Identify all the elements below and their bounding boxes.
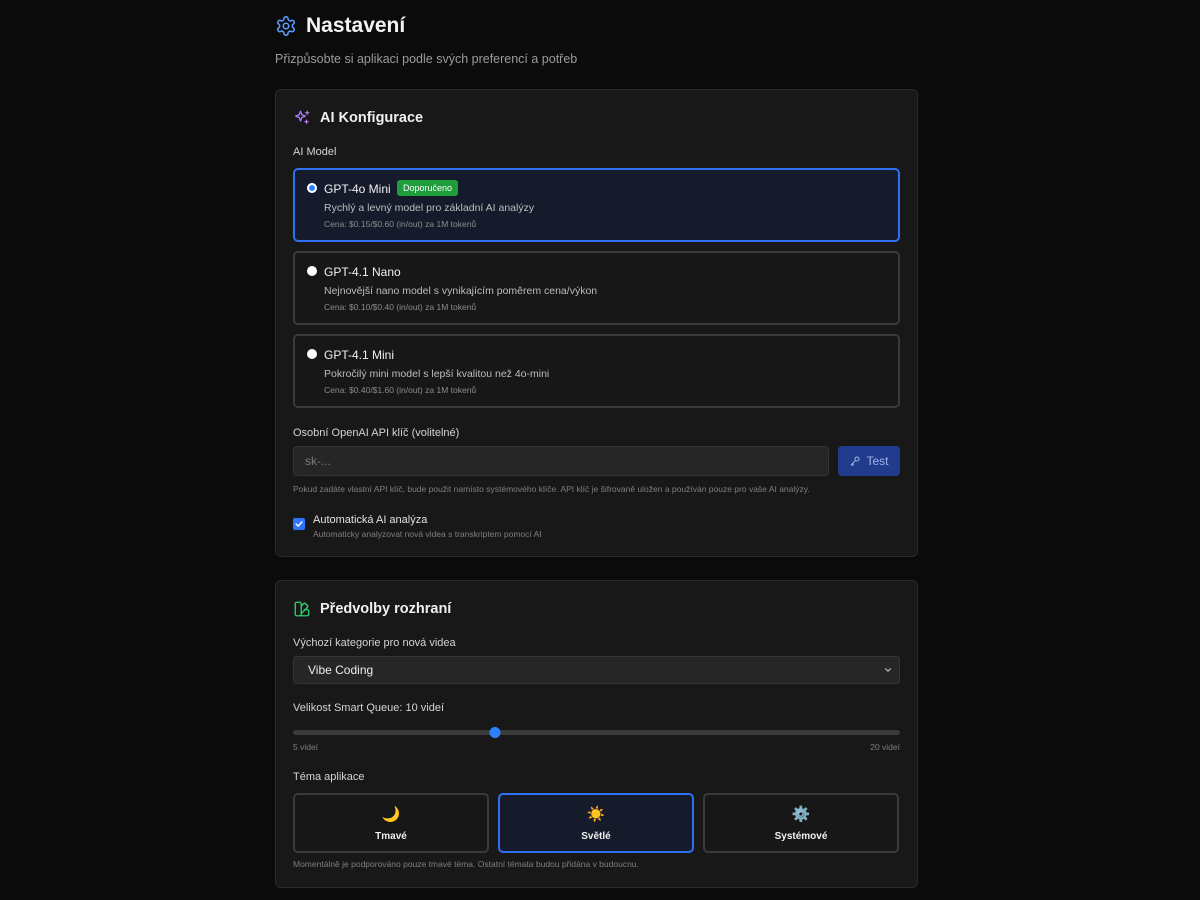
ai-config-card: AI Konfigurace AI Model GPT-4o Mini Dopo… (275, 89, 918, 557)
auto-analysis-label: Automatická AI analýza (313, 514, 428, 526)
check-icon (295, 521, 303, 527)
model-price: Cena: $0.40/$1.60 (in/out) za 1M tokenů (324, 385, 477, 395)
model-description: Rychlý a levný model pro základní AI ana… (324, 202, 535, 214)
model-name: GPT-4.1 Nano (324, 265, 401, 279)
model-option-gpt-4o-mini[interactable]: GPT-4o Mini Doporučeno Rychlý a levný mo… (293, 168, 900, 242)
theme-option-label: Systémové (774, 831, 828, 842)
model-option-gpt-4-1-mini[interactable]: GPT-4.1 Mini Pokročilý mini model s lepš… (293, 334, 900, 408)
gear-icon: ⚙️ (791, 806, 811, 823)
default-category-value: Vibe Coding (308, 663, 374, 677)
theme-option-light[interactable]: ☀️ Světlé (498, 793, 694, 853)
slider-max-label: 20 videí (870, 742, 900, 752)
recommended-badge: Doporučeno (397, 180, 459, 196)
ui-preferences-card: Předvolby rozhraní Výchozí kategorie pro… (275, 580, 918, 888)
model-name: GPT-4o Mini (324, 182, 391, 196)
smart-queue-slider[interactable] (293, 727, 900, 738)
ui-preferences-title: Předvolby rozhraní (320, 601, 452, 617)
theme-option-dark[interactable]: 🌙 Tmavé (293, 793, 489, 853)
chevron-down-icon (884, 668, 892, 672)
auto-analysis-description: Automaticky analyzovat nová videa s tran… (313, 529, 542, 539)
moon-icon: 🌙 (381, 806, 401, 823)
api-key-input[interactable] (293, 446, 829, 476)
sparkles-icon (293, 109, 311, 127)
smart-queue-label: Velikost Smart Queue: 10 videí (293, 702, 445, 714)
theme-option-system[interactable]: ⚙️ Systémové (703, 793, 899, 853)
api-key-hint: Pokud zadáte vlastní API klíč, bude použ… (293, 484, 810, 494)
page-title: Nastavení (306, 14, 406, 37)
model-option-gpt-4-1-nano[interactable]: GPT-4.1 Nano Nejnovější nano model s vyn… (293, 251, 900, 325)
test-button[interactable]: Test (838, 446, 900, 476)
model-name: GPT-4.1 Mini (324, 348, 395, 362)
theme-hint: Momentálně je podporováno pouze tmavé té… (293, 859, 639, 869)
theme-option-label: Světlé (581, 831, 611, 842)
ui-preferences-heading: Předvolby rozhraní (293, 600, 451, 618)
sun-icon: ☀️ (586, 806, 606, 823)
default-category-select[interactable]: Vibe Coding (293, 656, 900, 684)
model-description: Nejnovější nano model s vynikajícím pomě… (324, 285, 598, 297)
page-subtitle: Přizpůsobte si aplikaci podle svých pref… (275, 52, 578, 66)
ai-config-heading: AI Konfigurace (293, 109, 423, 127)
page-header: Nastavení Přizpůsobte si aplikaci podle … (275, 12, 918, 66)
default-category-label: Výchozí kategorie pro nová videa (293, 637, 456, 649)
slider-min-label: 5 videí (293, 742, 319, 752)
model-radio[interactable] (307, 266, 317, 276)
test-button-label: Test (866, 454, 889, 468)
model-price: Cena: $0.15/$0.60 (in/out) za 1M tokenů (324, 219, 477, 229)
slider-track (293, 730, 900, 735)
theme-option-label: Tmavé (375, 831, 407, 842)
theme-label: Téma aplikace (293, 771, 365, 783)
api-key-label: Osobní OpenAI API klíč (volitelné) (293, 427, 460, 439)
model-radio[interactable] (307, 349, 317, 359)
model-description: Pokročilý mini model s lepší kvalitou ne… (324, 368, 550, 380)
ai-config-title: AI Konfigurace (320, 110, 424, 126)
model-price: Cena: $0.10/$0.40 (in/out) za 1M tokenů (324, 302, 477, 312)
key-icon (849, 455, 861, 467)
gear-icon (275, 15, 297, 37)
ai-model-label: AI Model (293, 146, 337, 158)
model-radio[interactable] (307, 183, 317, 193)
auto-analysis-checkbox[interactable] (293, 518, 305, 530)
slider-thumb[interactable] (489, 727, 501, 738)
palette-icon (293, 600, 311, 618)
